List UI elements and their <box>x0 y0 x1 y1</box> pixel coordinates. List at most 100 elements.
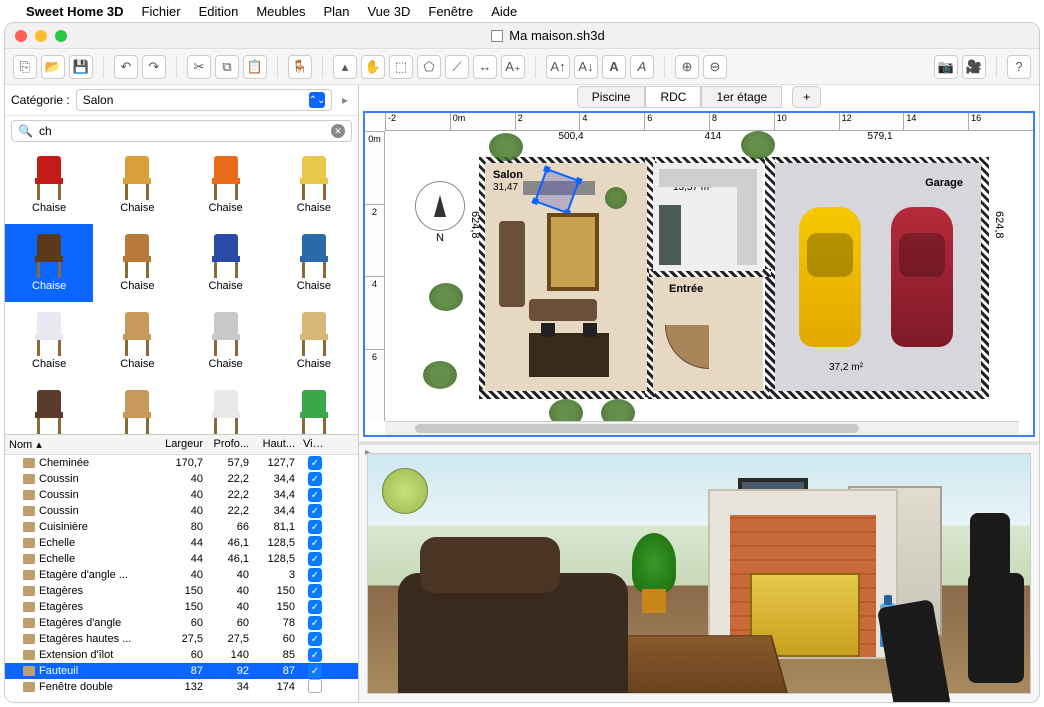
wall-tool[interactable]: ⬚ <box>389 55 413 79</box>
visible-checkbox[interactable]: ✓ <box>308 568 322 582</box>
add-furniture-button[interactable]: 🪑 <box>288 55 312 79</box>
selected-furniture[interactable] <box>534 168 580 214</box>
catalog-item[interactable]: Chaise <box>93 302 181 380</box>
tab-etage[interactable]: 1er étage <box>701 86 782 108</box>
copy-button[interactable]: ⧉ <box>215 55 239 79</box>
catalog-item[interactable]: Chaise <box>270 302 358 380</box>
visible-checkbox[interactable]: ✓ <box>308 648 322 662</box>
text-size-up[interactable]: A↑ <box>546 55 570 79</box>
zoom-in-button[interactable]: ⊕ <box>675 55 699 79</box>
pan-tool[interactable]: ✋ <box>361 55 385 79</box>
visible-checkbox[interactable]: ✓ <box>308 520 322 534</box>
visible-checkbox[interactable]: ✓ <box>308 504 322 518</box>
room-garage[interactable]: Garage 37,2 m² <box>775 163 981 391</box>
car-red[interactable] <box>891 207 953 347</box>
clear-search-button[interactable]: ✕ <box>331 124 345 138</box>
close-button[interactable] <box>15 30 27 42</box>
catalog-item[interactable]: Chaise <box>5 146 93 224</box>
expand-catalog-icon[interactable]: ▸ <box>338 93 352 107</box>
room-salon[interactable]: Salon31,47 <box>485 163 647 391</box>
scene-3d[interactable] <box>367 453 1031 694</box>
rug[interactable] <box>547 213 599 291</box>
text-tool[interactable]: A₊ <box>501 55 525 79</box>
visible-checkbox[interactable]: ✓ <box>308 600 322 614</box>
sofa-left[interactable] <box>499 221 525 307</box>
menu-meubles[interactable]: Meubles <box>256 4 305 19</box>
visible-checkbox[interactable] <box>308 679 322 693</box>
zoom-button[interactable] <box>55 30 67 42</box>
search-input[interactable]: 🔍 ✕ <box>11 120 352 142</box>
italic-button[interactable]: A <box>630 55 654 79</box>
catalog-item[interactable]: Chaise <box>182 146 270 224</box>
table-header[interactable]: Nom ▴ Largeur Profo... Haut... Visible <box>5 435 358 455</box>
col-width-header[interactable]: Largeur <box>161 435 207 454</box>
menu-aide[interactable]: Aide <box>491 4 517 19</box>
help-button[interactable]: ? <box>1007 55 1031 79</box>
redo-button[interactable]: ↷ <box>142 55 166 79</box>
visible-checkbox[interactable]: ✓ <box>308 552 322 566</box>
catalog-item[interactable]: Chaise <box>5 224 93 302</box>
zoom-out-button[interactable]: ⊖ <box>703 55 727 79</box>
plan-scrollbar[interactable] <box>385 421 1019 435</box>
visible-checkbox[interactable]: ✓ <box>308 584 322 598</box>
photo-button[interactable]: 📷 <box>934 55 958 79</box>
visible-checkbox[interactable]: ✓ <box>308 488 322 502</box>
catalog-item[interactable]: Chaise <box>5 302 93 380</box>
catalog-item[interactable] <box>182 380 270 434</box>
app-name[interactable]: Sweet Home 3D <box>26 4 124 19</box>
view-3d[interactable]: ▸ <box>359 445 1039 702</box>
add-level-button[interactable]: + <box>792 86 821 108</box>
compass[interactable] <box>415 181 465 231</box>
text-size-down[interactable]: A↓ <box>574 55 598 79</box>
entry-door[interactable] <box>665 325 709 369</box>
room-cuisine[interactable]: Cuisine13,37 m² <box>653 163 763 271</box>
menu-edition[interactable]: Edition <box>199 4 239 19</box>
menu-fenetre[interactable]: Fenêtre <box>428 4 473 19</box>
category-select[interactable]: Salon ⌃⌄ <box>76 89 332 111</box>
col-height-header[interactable]: Haut... <box>253 435 299 454</box>
counter[interactable] <box>659 205 681 265</box>
save-button[interactable]: 💾 <box>69 55 93 79</box>
cut-button[interactable]: ✂ <box>187 55 211 79</box>
polyline-tool[interactable]: ⟋ <box>445 55 469 79</box>
sofa-bottom[interactable] <box>529 299 597 321</box>
furniture-catalog[interactable]: ChaiseChaiseChaiseChaiseChaiseChaiseChai… <box>5 146 358 434</box>
catalog-item[interactable] <box>93 380 181 434</box>
catalog-item[interactable]: Chaise <box>182 224 270 302</box>
visible-checkbox[interactable]: ✓ <box>308 536 322 550</box>
tab-rdc[interactable]: RDC <box>645 86 701 108</box>
search-field[interactable] <box>39 124 325 138</box>
dimension-tool[interactable]: ↔ <box>473 55 497 79</box>
open-button[interactable]: 📂 <box>41 55 65 79</box>
col-visible-header[interactable]: Visible <box>299 435 331 454</box>
menu-plan[interactable]: Plan <box>323 4 349 19</box>
paste-button[interactable]: 📋 <box>243 55 267 79</box>
room-tool[interactable]: ⬠ <box>417 55 441 79</box>
catalog-item[interactable]: Chaise <box>270 224 358 302</box>
visible-checkbox[interactable]: ✓ <box>308 472 322 486</box>
bold-button[interactable]: A <box>602 55 626 79</box>
minimize-button[interactable] <box>35 30 47 42</box>
visible-checkbox[interactable]: ✓ <box>308 632 322 646</box>
catalog-item[interactable]: Chaise <box>93 224 181 302</box>
visible-checkbox[interactable]: ✓ <box>308 456 322 470</box>
room-entree[interactable]: Entrée 15,73 m² <box>653 277 763 391</box>
menu-vue3d[interactable]: Vue 3D <box>367 4 410 19</box>
catalog-item[interactable]: Chaise <box>93 146 181 224</box>
col-name-header[interactable]: Nom <box>9 439 32 451</box>
plant-icon[interactable] <box>605 187 627 209</box>
visible-checkbox[interactable]: ✓ <box>308 616 322 630</box>
counter-right[interactable] <box>737 169 757 265</box>
plan-canvas[interactable]: 500,4 414 579,1 624,8 624,8 <box>385 131 1033 421</box>
new-button[interactable]: ⎘ <box>13 55 37 79</box>
table-row[interactable]: Fenêtre double13234174 <box>5 679 358 695</box>
catalog-item[interactable] <box>270 380 358 434</box>
navigation-control[interactable] <box>382 468 428 514</box>
tab-piscine[interactable]: Piscine <box>577 86 646 108</box>
catalog-item[interactable]: Chaise <box>182 302 270 380</box>
select-tool[interactable]: ▴ <box>333 55 357 79</box>
plan-area[interactable]: -20m246810121416 0m246 500,4 414 579,1 6… <box>363 111 1035 437</box>
video-button[interactable]: 🎥 <box>962 55 986 79</box>
undo-button[interactable]: ↶ <box>114 55 138 79</box>
car-yellow[interactable] <box>799 207 861 347</box>
